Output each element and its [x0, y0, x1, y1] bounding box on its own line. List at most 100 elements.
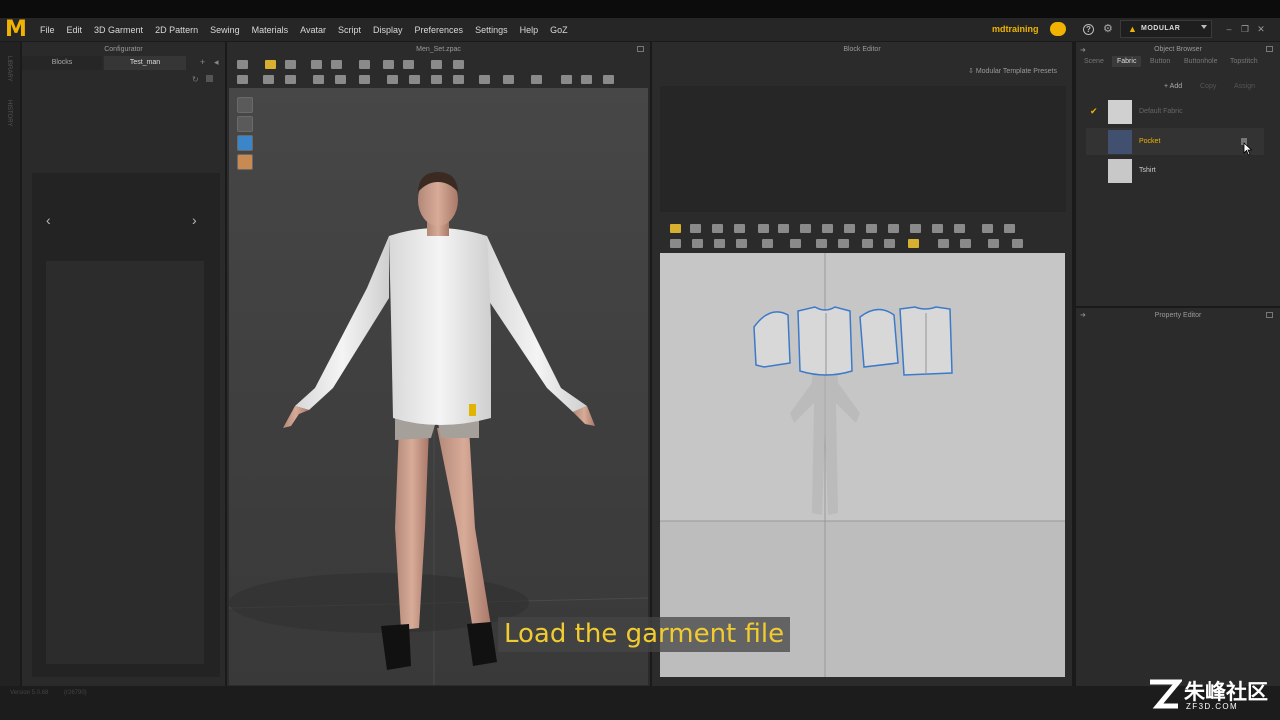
shirt-tool-icon[interactable] — [561, 75, 572, 84]
arrow-right-icon[interactable]: ➜ — [1080, 311, 1086, 319]
edit-tool-icon-2[interactable] — [285, 75, 296, 84]
shirt-tool-icon-2[interactable] — [581, 75, 592, 84]
menu-sewing[interactable]: Sewing — [210, 25, 240, 35]
tab-test-man[interactable]: Test_man — [104, 56, 186, 70]
avatar-tool-icon[interactable] — [237, 75, 248, 84]
dart-icon[interactable] — [932, 224, 943, 233]
menu-file[interactable]: File — [40, 25, 55, 35]
curve-edit-icon-2[interactable] — [734, 224, 745, 233]
menu-2d-pattern[interactable]: 2D Pattern — [155, 25, 198, 35]
chevron-left-icon[interactable]: ‹ — [46, 212, 51, 228]
expand-icon[interactable] — [1266, 46, 1273, 52]
line-tool-icon[interactable] — [359, 60, 370, 69]
add-button[interactable]: + Add — [1164, 83, 1182, 90]
plus-icon[interactable]: + — [200, 58, 208, 67]
tab-fabric[interactable]: Fabric — [1112, 56, 1142, 67]
menu-3d-garment[interactable]: 3D Garment — [94, 25, 143, 35]
fabric-item-tshirt[interactable]: Tshirt — [1086, 157, 1264, 184]
pin-tool-icon[interactable] — [383, 60, 394, 69]
minimize-icon[interactable]: – — [1224, 24, 1234, 34]
curve-edit-icon[interactable] — [712, 224, 723, 233]
trace-icon[interactable] — [954, 224, 965, 233]
tape-tool-icon-2[interactable] — [335, 75, 346, 84]
refresh-icon[interactable]: ↻ — [192, 75, 199, 84]
delete-icon[interactable] — [206, 75, 213, 82]
button-tool-icon[interactable] — [387, 75, 398, 84]
avatar-view-icon[interactable] — [237, 116, 253, 132]
button-tool-icon-2[interactable] — [409, 75, 420, 84]
2d-pattern-window[interactable] — [660, 253, 1065, 677]
add-point-icon-2[interactable] — [778, 224, 789, 233]
offset-icon-2[interactable] — [736, 239, 747, 248]
move-tool-icon[interactable] — [265, 60, 276, 69]
select-pattern-icon[interactable] — [670, 224, 681, 233]
fabric-view-icon[interactable] — [237, 135, 253, 151]
modular-template-presets-button[interactable]: ⇩ Modular Template Presets — [968, 67, 1057, 75]
offset-icon[interactable] — [714, 239, 725, 248]
menu-goz[interactable]: GoZ — [550, 25, 568, 35]
select-tool-icon[interactable] — [237, 60, 248, 69]
transform-tool-icon-2[interactable] — [331, 60, 342, 69]
copy-button[interactable]: Copy — [1200, 83, 1216, 90]
back-icon[interactable]: ◂ — [214, 58, 222, 67]
point-edit-icon[interactable] — [690, 224, 701, 233]
fabric-item-pocket[interactable]: Pocket — [1086, 128, 1264, 155]
fold-pattern-icon[interactable] — [938, 239, 949, 248]
garment-tool-icon-2[interactable] — [453, 60, 464, 69]
close-icon[interactable]: ✕ — [1256, 24, 1266, 34]
restore-icon[interactable]: ❐ — [1240, 24, 1250, 34]
arrow-right-icon[interactable]: ➜ — [1080, 46, 1086, 54]
internal-shape-icon[interactable] — [866, 224, 877, 233]
skin-view-icon[interactable] — [237, 154, 253, 170]
chevron-down-icon[interactable] — [1201, 25, 1207, 29]
zip-tool-icon[interactable] — [431, 75, 442, 84]
tab-button[interactable]: Button — [1150, 58, 1170, 65]
shirt-view-icon[interactable] — [237, 97, 253, 113]
gear-icon[interactable]: ⚙ — [1103, 23, 1115, 35]
sewing-icon-2[interactable] — [838, 239, 849, 248]
align-tool-icon[interactable] — [531, 75, 542, 84]
tab-blocks[interactable]: Blocks — [22, 56, 102, 70]
box-tool-icon[interactable] — [285, 60, 296, 69]
cloud-icon[interactable] — [1050, 22, 1066, 36]
grade-icon[interactable] — [982, 224, 993, 233]
edit-tool-icon[interactable] — [263, 75, 274, 84]
tape-tool-icon-3[interactable] — [359, 75, 370, 84]
measure-tool-icon-2[interactable] — [503, 75, 514, 84]
menu-help[interactable]: Help — [520, 25, 539, 35]
history-tab[interactable]: HISTORY — [6, 100, 12, 126]
circle-icon[interactable] — [844, 224, 855, 233]
menu-avatar[interactable]: Avatar — [300, 25, 326, 35]
sewing-icon-3[interactable] — [862, 239, 873, 248]
expand-icon[interactable] — [637, 46, 644, 52]
rectangle-icon[interactable] — [822, 224, 833, 233]
transform-pattern-icon-2[interactable] — [692, 239, 703, 248]
sewing-icon-4[interactable] — [884, 239, 895, 248]
tab-topstitch[interactable]: Topstitch — [1230, 58, 1258, 65]
sewing-icon[interactable] — [816, 239, 827, 248]
transform-pattern-icon[interactable] — [670, 239, 681, 248]
help-icon[interactable]: ? — [1083, 24, 1094, 35]
assign-button[interactable]: Assign — [1234, 83, 1255, 90]
tape-tool-icon[interactable] — [313, 75, 324, 84]
fold-tool-icon[interactable] — [403, 60, 414, 69]
transform-tool-icon[interactable] — [311, 60, 322, 69]
menu-materials[interactable]: Materials — [252, 25, 289, 35]
menu-script[interactable]: Script — [338, 25, 361, 35]
copy-pattern-icon[interactable] — [762, 239, 773, 248]
chevron-right-icon[interactable]: › — [192, 212, 197, 228]
fold-pattern-icon-2[interactable] — [960, 239, 971, 248]
expand-icon[interactable] — [1266, 312, 1273, 318]
menu-display[interactable]: Display — [373, 25, 403, 35]
polygon-icon[interactable] — [800, 224, 811, 233]
stitch-pattern-icon[interactable] — [1012, 239, 1023, 248]
library-tab[interactable]: LIBRARY — [6, 56, 12, 82]
measure-tool-icon[interactable] — [479, 75, 490, 84]
menu-settings[interactable]: Settings — [475, 25, 508, 35]
add-point-icon[interactable] — [758, 224, 769, 233]
menu-edit[interactable]: Edit — [67, 25, 83, 35]
seam-icon[interactable] — [790, 239, 801, 248]
3d-viewport[interactable] — [229, 88, 648, 685]
tab-scene[interactable]: Scene — [1084, 58, 1104, 65]
grade-icon-2[interactable] — [1004, 224, 1015, 233]
